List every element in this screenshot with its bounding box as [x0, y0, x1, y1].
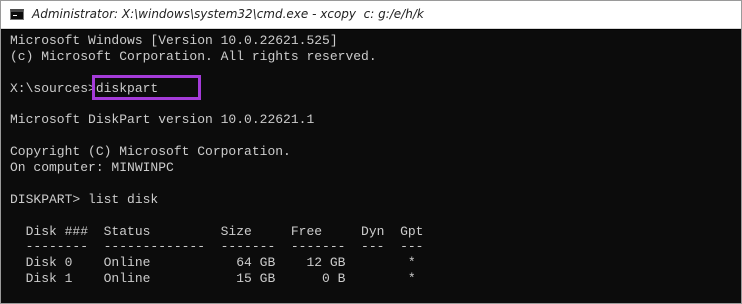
window-title: Administrator: X:\windows\system32\cmd.e… — [32, 7, 424, 21]
table-row: Disk 1 Online 15 GB 0 B * — [10, 271, 416, 286]
table-header: Disk ### Status Size Free Dyn Gpt — [10, 224, 424, 239]
title-bar[interactable]: Administrator: X:\windows\system32\cmd.e… — [1, 1, 741, 29]
console-line: (c) Microsoft Corporation. All rights re… — [10, 49, 377, 64]
table-separator: -------- ------------- ------- ------- -… — [10, 239, 424, 254]
cmd-window: Administrator: X:\windows\system32\cmd.e… — [0, 0, 742, 304]
console-line: Microsoft Windows [Version 10.0.22621.52… — [10, 33, 338, 48]
table-row: Disk 0 Online 64 GB 12 GB * — [10, 255, 416, 270]
console-line: Copyright (C) Microsoft Corporation. — [10, 144, 291, 159]
console-output[interactable]: Microsoft Windows [Version 10.0.22621.52… — [1, 30, 741, 303]
cmd-icon — [10, 9, 24, 20]
console-line: DISKPART> list disk — [10, 192, 159, 207]
console-line: On computer: MINWINPC — [10, 160, 174, 175]
console-line: Microsoft DiskPart version 10.0.22621.1 — [10, 112, 315, 127]
diskpart-command-highlight — [92, 75, 201, 100]
